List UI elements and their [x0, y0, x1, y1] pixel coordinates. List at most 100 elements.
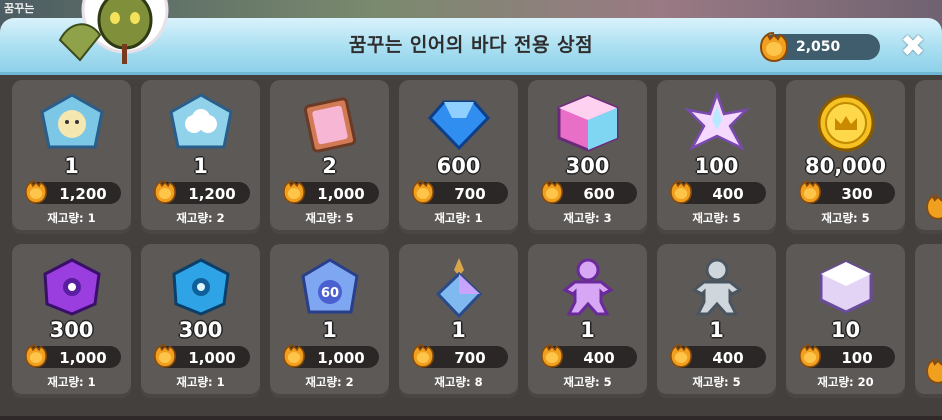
item-quantity: 300: [49, 318, 94, 342]
mermaid-coin-icon: [25, 180, 47, 204]
magic-frame-card-icon: [303, 97, 357, 153]
purple-magic-cube-icon: [43, 258, 101, 316]
price-tag: 1,200: [25, 180, 121, 204]
price-tag: 1,000: [283, 344, 379, 368]
item-quantity: 80,000: [804, 154, 887, 178]
item-stock: 재고량: 1: [176, 375, 225, 389]
item-stock: 재고량: 2: [305, 375, 354, 389]
item-quantity: 1: [322, 318, 337, 342]
item-quantity: 1: [709, 318, 724, 342]
mermaid-coin-icon: [759, 32, 789, 63]
price-tag: 400: [541, 344, 637, 368]
mermaid-coin-icon: [541, 180, 563, 204]
item-stock: 재고량: 5: [692, 211, 741, 225]
mermaid-coin-icon: [541, 344, 563, 368]
item-quantity: 1: [451, 318, 466, 342]
price-tag: 1,000: [25, 344, 121, 368]
item-quantity: 2: [322, 154, 337, 178]
shop-item-card[interactable]: 300 600 재고량: 3: [528, 80, 647, 234]
shop-item-card[interactable]: 300 1,000 재고량: 1: [141, 244, 260, 398]
item-price: 400: [712, 349, 744, 367]
shop-item-card[interactable]: 100 400 재고량: 5: [657, 80, 776, 234]
mermaid-coin-icon: [926, 358, 942, 384]
cloud-cookie-soulstone-icon: [169, 93, 233, 149]
mermaid-cookie-character-icon: [58, 0, 169, 64]
dream-cookie-soulstone-icon: [40, 93, 104, 149]
item-quantity: 10: [830, 318, 861, 342]
mermaid-coin-icon: [799, 180, 821, 204]
item-price: 300: [841, 185, 873, 203]
item-price: 1,200: [188, 185, 236, 203]
shop-item-card[interactable]: 1 400 재고량: 5: [528, 244, 647, 398]
item-stock: 재고량: 5: [305, 211, 354, 225]
item-price: 400: [712, 185, 744, 203]
shop-item-card[interactable]: 80,000 300 재고량: 5: [786, 80, 905, 234]
currency-display: 2,050: [759, 32, 880, 63]
svg-text:60: 60: [321, 286, 339, 301]
gold-coin-icon: [817, 94, 875, 152]
mermaid-coin-icon: [926, 194, 942, 220]
shop-item-card-partial[interactable]: [915, 80, 942, 234]
price-tag: 300: [799, 180, 895, 204]
item-price: 1,000: [188, 349, 236, 367]
close-button[interactable]: ✖: [898, 32, 928, 62]
shop-item-card[interactable]: 10 100 재고량: 20: [786, 244, 905, 398]
bottom-bar: [0, 416, 942, 420]
crystal-shard-icon: [435, 258, 483, 318]
scene-text: 꿈꾸는: [4, 2, 35, 15]
blue-crystal-icon: [427, 100, 491, 151]
mermaid-coin-icon: [154, 344, 176, 368]
mermaid-coin-icon: [670, 344, 692, 368]
mermaid-coin-icon: [25, 344, 47, 368]
item-quantity: 1: [64, 154, 79, 178]
item-quantity: 100: [694, 154, 739, 178]
rainbow-cube-icon: [557, 94, 619, 152]
item-stock: 재고량: 8: [434, 375, 483, 389]
item-quantity: 300: [565, 154, 610, 178]
item-stock: 재고량: 5: [821, 211, 870, 225]
shop-item-card[interactable]: 1 700 재고량: 8: [399, 244, 518, 398]
item-quantity: 600: [436, 154, 481, 178]
item-price: 1,000: [59, 349, 107, 367]
item-price: 1,000: [317, 349, 365, 367]
item-price: 700: [454, 349, 486, 367]
mermaid-coin-icon: [799, 344, 821, 368]
shop-item-card[interactable]: 1 400 재고량: 5: [657, 244, 776, 398]
price-tag: 1,000: [283, 180, 379, 204]
item-stock: 재고량: 1: [47, 375, 96, 389]
price-tag: 600: [541, 180, 637, 204]
purple-gingerbread-icon: [562, 258, 614, 316]
item-price: 1,200: [59, 185, 107, 203]
price-tag: 100: [799, 344, 895, 368]
item-stock: 재고량: 2: [176, 211, 225, 225]
currency-amount: 2,050: [796, 39, 841, 55]
item-stock: 재고량: 5: [563, 375, 612, 389]
shop-item-card[interactable]: 600 700 재고량: 1: [399, 80, 518, 234]
item-stock: 재고량: 1: [434, 211, 483, 225]
shop-item-card[interactable]: 1 1,200 재고량: 2: [141, 80, 260, 234]
shop-panel: 꿈꾸는 인어의 바다 전용 상점 2,050 ✖ 1 1,200 재고량: 1: [0, 18, 942, 420]
mermaid-coin-icon: [283, 180, 305, 204]
price-tag: 700: [412, 180, 508, 204]
item-price: 700: [454, 185, 486, 203]
item-stock: 재고량: 1: [47, 211, 96, 225]
shop-item-card-partial[interactable]: [915, 244, 942, 398]
shop-item-card[interactable]: 300 1,000 재고량: 1: [12, 244, 131, 398]
item-price: 400: [583, 349, 615, 367]
time-jumper-60-icon: 60: [301, 258, 359, 314]
item-quantity: 1: [193, 154, 208, 178]
price-tag: 1,200: [154, 180, 250, 204]
mermaid-coin-icon: [412, 180, 434, 204]
item-price: 100: [841, 349, 873, 367]
price-tag: 1,000: [154, 344, 250, 368]
item-quantity: 300: [178, 318, 223, 342]
price-tag: 700: [412, 344, 508, 368]
item-price: 1,000: [317, 185, 365, 203]
shop-item-card[interactable]: 2 1,000 재고량: 5: [270, 80, 389, 234]
mermaid-coin-icon: [283, 344, 305, 368]
mermaid-coin-icon: [670, 180, 692, 204]
blue-magic-cube-icon: [172, 258, 230, 316]
shop-item-card[interactable]: 1 1,200 재고량: 1: [12, 80, 131, 234]
item-stock: 재고량: 5: [692, 375, 741, 389]
shop-item-card[interactable]: 60 1 1,000 재고량: 2: [270, 244, 389, 398]
